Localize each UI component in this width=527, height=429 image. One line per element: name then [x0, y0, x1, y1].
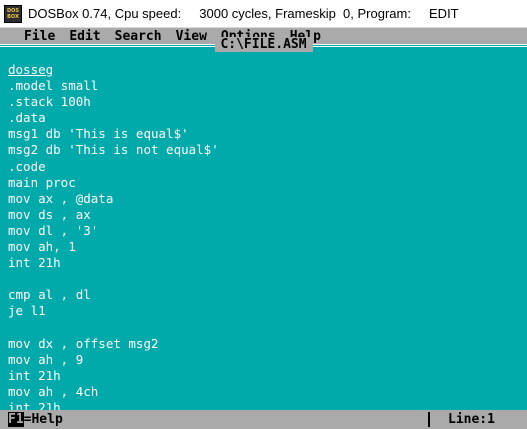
code-line[interactable]: mov ds , ax: [8, 207, 523, 223]
status-divider: [428, 412, 430, 427]
menu-search[interactable]: Search: [115, 29, 162, 44]
code-line[interactable]: mov ah, 1: [8, 239, 523, 255]
code-line[interactable]: .stack 100h: [8, 94, 523, 110]
code-line[interactable]: int 21h: [8, 368, 523, 384]
code-line[interactable]: msg1 db 'This is equal$': [8, 126, 523, 142]
window-titlebar[interactable]: DOS BOX DOSBox 0.74, Cpu speed: 3000 cyc…: [0, 0, 527, 28]
file-title: C:\FILE.ASM: [214, 37, 313, 52]
code-line[interactable]: .data: [8, 110, 523, 126]
code-line[interactable]: [8, 320, 523, 336]
help-key[interactable]: F1: [8, 412, 24, 427]
help-label: =Help: [23, 412, 63, 427]
code-line[interactable]: main proc: [8, 175, 523, 191]
code-line[interactable]: .model small: [8, 78, 523, 94]
line-indicator: Line:1: [448, 412, 495, 427]
code-line[interactable]: je l1: [8, 303, 523, 319]
code-line[interactable]: dosseg: [8, 62, 523, 78]
editor-pane[interactable]: C:\FILE.ASM dosseg .model small .stack 100…: [0, 37, 527, 415]
code-line[interactable]: mov ah , 9: [8, 352, 523, 368]
status-bar: F1 =Help Line:1: [0, 410, 527, 429]
code-line[interactable]: mov ax , @data: [8, 191, 523, 207]
code-line[interactable]: [8, 271, 523, 287]
code-text-area[interactable]: dosseg .model small .stack 100h .data msg1 d…: [8, 62, 523, 416]
menu-view[interactable]: View: [176, 29, 207, 44]
menu-edit[interactable]: Edit: [69, 29, 100, 44]
window-title: DOSBox 0.74, Cpu speed: 3000 cycles, Fra…: [28, 6, 459, 21]
code-line[interactable]: mov dl , '3': [8, 223, 523, 239]
code-line[interactable]: cmp al , dl: [8, 287, 523, 303]
code-line[interactable]: .code: [8, 159, 523, 175]
icon-label-bottom: BOX: [7, 13, 19, 20]
code-line[interactable]: mov ah , 4ch: [8, 384, 523, 400]
code-line[interactable]: int 21h: [8, 255, 523, 271]
dosbox-app-icon[interactable]: DOS BOX: [4, 4, 22, 23]
dos-screen: File Edit Search View Options Help C:\FI…: [0, 28, 527, 429]
code-line[interactable]: mov dx , offset msg2: [8, 336, 523, 352]
menu-file[interactable]: File: [24, 29, 55, 44]
code-line[interactable]: msg2 db 'This is not equal$': [8, 142, 523, 158]
